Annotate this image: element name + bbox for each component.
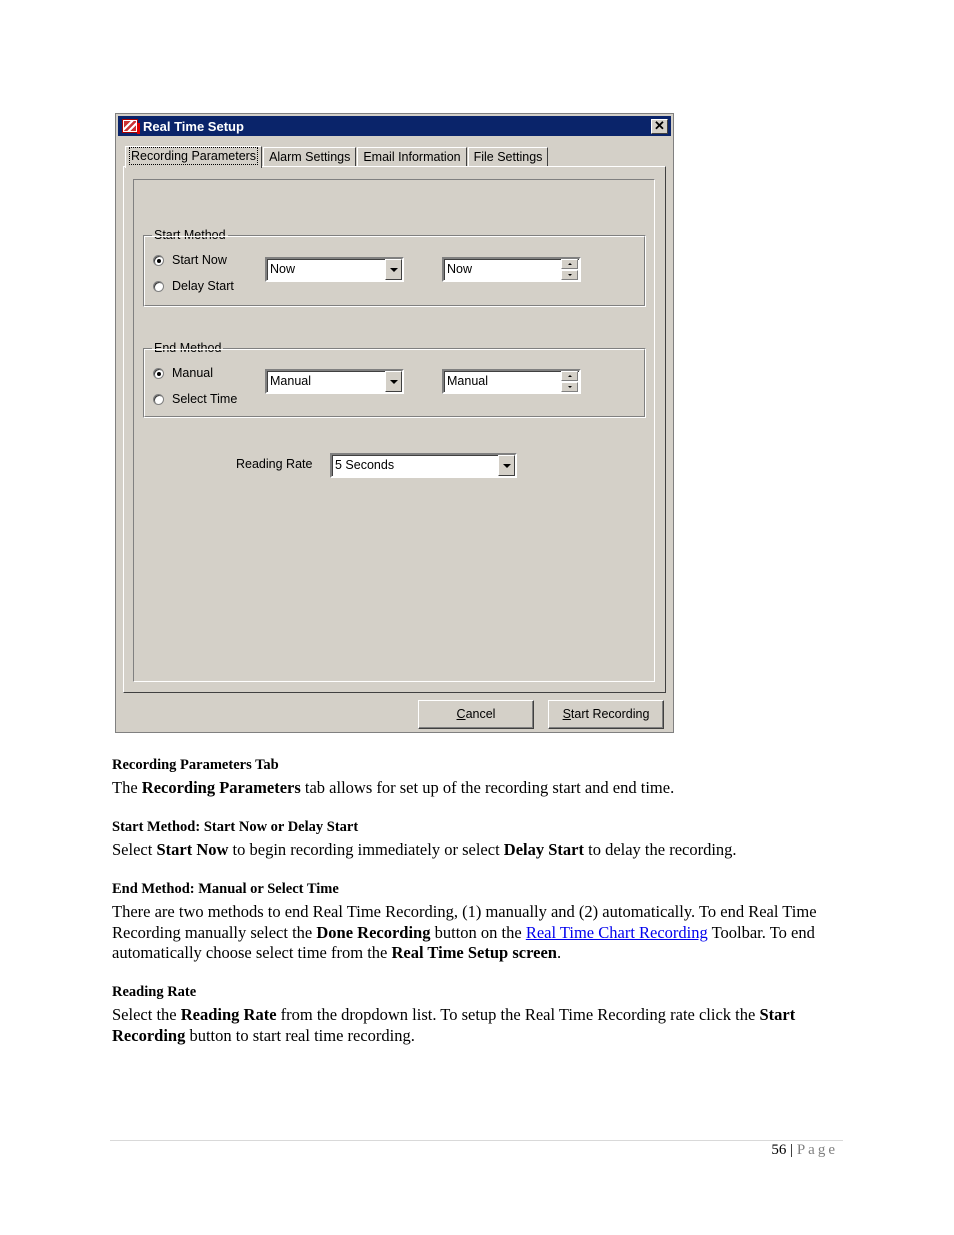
section-heading-start-method: Start Method: Start Now or Delay Start <box>112 819 359 835</box>
section-heading-recording-parameters: Recording Parameters Tab <box>112 757 279 773</box>
paragraph-start-method: Select Start Now to begin recording imme… <box>112 840 852 861</box>
bold-text: Start Now <box>156 840 229 859</box>
tab-label: Email Information <box>363 150 461 164</box>
combo-value: Now <box>270 262 296 276</box>
tab-label: File Settings <box>473 150 543 164</box>
dropdown-arrow-icon[interactable] <box>498 455 515 476</box>
cancel-button[interactable]: Cancel <box>418 700 534 729</box>
paragraph-end-method: There are two methods to end Real Time R… <box>112 902 852 964</box>
button-label: ancel <box>465 707 496 721</box>
text: to begin recording immediately or select <box>228 840 504 859</box>
tab-email-information[interactable]: Email Information <box>357 147 467 167</box>
page-number: 56 <box>771 1142 787 1158</box>
text: Select the <box>112 1005 181 1024</box>
delay-start-radio[interactable]: Delay Start <box>153 279 234 293</box>
end-time-spinner[interactable]: Manual <box>442 369 581 394</box>
paragraph-recording-parameters: The Recording Parameters tab allows for … <box>112 778 852 799</box>
spinner-value: Now <box>447 262 473 276</box>
end-method-group: End Method Manual Select Time Manual Man… <box>143 341 646 418</box>
start-now-radio[interactable]: Start Now <box>153 253 227 267</box>
text: tab allows for set up of the recording s… <box>300 778 675 797</box>
spinner-value: Manual <box>447 374 488 388</box>
bold-text: Real Time Setup screen <box>391 943 557 962</box>
end-date-combo[interactable]: Manual <box>265 369 404 394</box>
start-method-group: Start Method Start Now Delay Start Now N… <box>143 228 646 307</box>
combo-value: 5 Seconds <box>335 458 395 472</box>
text: button to start real time recording. <box>185 1025 415 1045</box>
button-label: tart Recording <box>570 707 650 721</box>
recording-parameters-panel: Start Method Start Now Delay Start Now N… <box>123 166 666 693</box>
close-button[interactable]: ✕ <box>651 119 668 134</box>
start-method-legend: Start Method <box>152 228 228 242</box>
text: Select <box>112 840 157 859</box>
mnemonic: C <box>456 707 466 721</box>
radio-checked-icon <box>153 254 164 266</box>
text: from the dropdown list. To setup the Rea… <box>276 1005 760 1024</box>
tab-alarm-settings[interactable]: Alarm Settings <box>263 147 357 167</box>
spin-down-icon[interactable] <box>561 270 578 280</box>
tab-strip: Recording Parameters Alarm Settings Emai… <box>125 145 549 168</box>
page-footer: 56 | Page <box>771 1142 838 1159</box>
paragraph-reading-rate: Select the Reading Rate from the dropdow… <box>112 1005 852 1046</box>
reading-rate-label: Reading Rate <box>236 457 313 471</box>
radio-label: Manual <box>172 366 213 380</box>
dropdown-arrow-icon[interactable] <box>385 259 402 280</box>
spin-up-icon[interactable] <box>561 371 578 381</box>
bold-text: Done Recording <box>316 922 431 942</box>
manual-radio[interactable]: Manual <box>153 366 213 380</box>
radio-unchecked-icon <box>153 280 164 292</box>
footer-separator: | <box>786 1142 797 1158</box>
page-word: Page <box>796 1142 838 1158</box>
bold-text: Delay Start <box>503 840 584 859</box>
start-time-spinner[interactable]: Now <box>442 257 581 282</box>
bold-text: Reading Rate <box>180 1005 277 1024</box>
app-chart-icon <box>122 119 140 134</box>
mnemonic: S <box>562 707 571 721</box>
text: button on the <box>430 922 526 942</box>
combo-value: Manual <box>270 374 311 388</box>
title-bar: Real Time Setup ✕ <box>118 116 671 136</box>
real-time-setup-dialog: Real Time Setup ✕ Recording Parameters A… <box>115 113 674 733</box>
reading-rate-combo[interactable]: 5 Seconds <box>330 453 517 478</box>
section-heading-end-method: End Method: Manual or Select Time <box>112 881 339 897</box>
tab-label: Alarm Settings <box>269 150 351 164</box>
dropdown-arrow-icon[interactable] <box>385 371 402 392</box>
end-method-legend: End Method <box>152 341 224 355</box>
radio-unchecked-icon <box>153 393 164 405</box>
section-heading-reading-rate: Reading Rate <box>112 984 197 1000</box>
radio-checked-icon <box>153 367 164 379</box>
tab-label: Recording Parameters <box>128 147 259 165</box>
footer-divider <box>110 1140 843 1141</box>
radio-label: Select Time <box>172 392 238 406</box>
radio-label: Start Now <box>172 253 227 267</box>
text: The <box>112 778 142 797</box>
tab-recording-parameters[interactable]: Recording Parameters <box>125 146 263 168</box>
radio-label: Delay Start <box>172 279 234 293</box>
select-time-radio[interactable]: Select Time <box>153 392 237 406</box>
text: to delay the recording. <box>583 840 737 859</box>
start-recording-button[interactable]: Start Recording <box>548 700 664 729</box>
bold-text: Recording Parameters <box>141 778 301 797</box>
tab-file-settings[interactable]: File Settings <box>467 147 549 167</box>
text: . <box>556 943 562 962</box>
start-date-combo[interactable]: Now <box>265 257 404 282</box>
real-time-chart-recording-link[interactable]: Real Time Chart Recording <box>526 923 708 942</box>
spin-up-icon[interactable] <box>561 259 578 269</box>
panel-frame: Start Method Start Now Delay Start Now N… <box>133 179 655 682</box>
spin-down-icon[interactable] <box>561 382 578 392</box>
dialog-title: Real Time Setup <box>143 119 244 134</box>
